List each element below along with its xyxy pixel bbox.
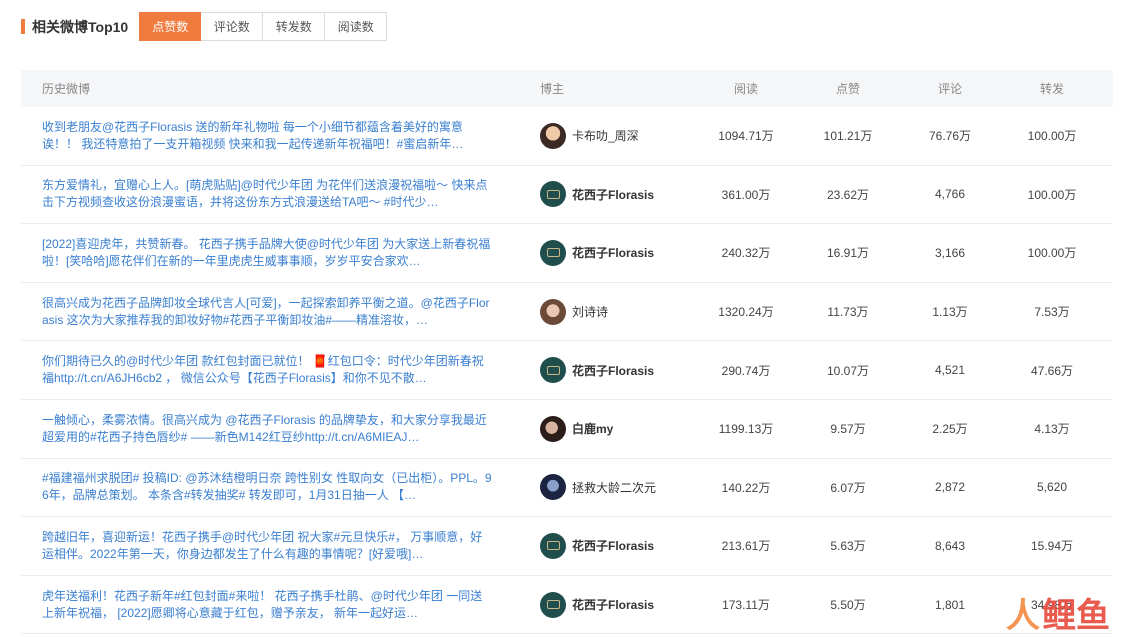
- tab-comments[interactable]: 评论数: [201, 12, 264, 41]
- section-header: 相关微博Top10 点赞数 评论数 转发数 阅读数: [21, 12, 388, 41]
- avatar[interactable]: [540, 122, 566, 149]
- likes-value: 10.07万: [826, 363, 870, 378]
- tab-reposts[interactable]: 转发数: [263, 12, 326, 41]
- reposts-value: 7.53万: [1034, 305, 1070, 320]
- reads-value: 240.32万: [721, 246, 771, 261]
- table-row: 收到老朋友@花西子Florasis 送的新年礼物啦 每一个小细节都蕴含着美好的寓…: [21, 107, 1113, 166]
- watermark-accent: 人: [1006, 597, 1040, 635]
- comments-value: 4,766: [934, 187, 966, 202]
- reposts-value: 47.66万: [1030, 363, 1074, 378]
- avatar[interactable]: [540, 474, 566, 501]
- likes-value: 101.21万: [823, 129, 873, 144]
- reposts-value: 5,620: [1036, 480, 1068, 495]
- column-header-author: 博主: [540, 82, 565, 96]
- reads-value: 213.61万: [721, 539, 771, 554]
- author-name[interactable]: 拯救大龄二次元: [572, 479, 656, 496]
- avatar[interactable]: [540, 357, 566, 384]
- avatar[interactable]: [540, 532, 566, 559]
- post-link[interactable]: 收到老朋友@花西子Florasis 送的新年礼物啦 每一个小细节都蕴含着美好的寓…: [42, 119, 493, 153]
- table-header: 历史微博 博主 阅读 点赞 评论 转发: [21, 70, 1113, 107]
- reads-value: 173.11万: [722, 598, 770, 613]
- author-name[interactable]: 花西子Florasis: [572, 244, 654, 261]
- comments-value: 2.25万: [932, 422, 968, 437]
- reads-value: 140.22万: [721, 480, 771, 495]
- post-link[interactable]: 你们期待已久的@时代少年团 款红包封面已就位！ 🧧红包口令：时代少年团新春祝福h…: [42, 353, 493, 387]
- reposts-value: 100.00万: [1027, 187, 1077, 202]
- reposts-value: 100.00万: [1027, 129, 1077, 144]
- avatar[interactable]: [540, 591, 566, 618]
- comments-value: 1,801: [934, 597, 966, 612]
- likes-value: 23.62万: [826, 187, 870, 202]
- section-title: 相关微博Top10: [32, 18, 129, 35]
- reads-value: 1320.24万: [718, 305, 774, 320]
- reads-value: 361.00万: [721, 187, 771, 202]
- column-header-post: 历史微博: [42, 82, 91, 96]
- column-header-reads: 阅读: [733, 82, 758, 96]
- avatar[interactable]: [540, 415, 566, 442]
- author-name[interactable]: 花西子Florasis: [572, 537, 654, 554]
- title-accent-bar: [21, 19, 25, 34]
- post-link[interactable]: 很高兴成为花西子品牌卸妆全球代言人[可爱]，一起探索卸养平衡之道。@花西子Flo…: [42, 295, 493, 329]
- comments-value: 4,521: [934, 363, 966, 378]
- post-link[interactable]: 一触倾心，柔雾浓情。很高兴成为 @花西子Florasis 的品牌挚友，和大家分享…: [42, 412, 493, 446]
- tab-likes[interactable]: 点赞数: [139, 12, 202, 41]
- author-name[interactable]: 刘诗诗: [572, 303, 608, 320]
- avatar[interactable]: [540, 298, 566, 325]
- post-link[interactable]: #福建福州求脱团# 投稿ID: @苏沐结橙明日奈 跨性别女 性取向女（已出柜）。…: [42, 470, 493, 504]
- post-link[interactable]: [2022]喜迎虎年，共赞新春。 花西子携手品牌大使@时代少年团 为大家送上新春…: [42, 236, 493, 270]
- table-row: 很高兴成为花西子品牌卸妆全球代言人[可爱]，一起探索卸养平衡之道。@花西子Flo…: [21, 283, 1113, 342]
- comments-value: 8,643: [934, 538, 966, 553]
- top-posts-table: 历史微博 博主 阅读 点赞 评论 转发 收到老朋友@花西子Florasis 送的…: [21, 70, 1113, 635]
- reads-value: 1199.13万: [718, 422, 774, 437]
- table-row: [2022]喜迎虎年，共赞新春。 花西子携手品牌大使@时代少年团 为大家送上新春…: [21, 224, 1113, 283]
- likes-value: 6.07万: [830, 480, 866, 495]
- table-row: 虎年送福利！花西子新年#红包封面#来啦！ 花西子携手杜鹃、@时代少年团 一同送上…: [21, 576, 1113, 635]
- comments-value: 1.13万: [932, 305, 968, 320]
- author-name[interactable]: 花西子Florasis: [572, 596, 654, 613]
- likes-value: 11.73万: [827, 305, 869, 320]
- table-row: #福建福州求脱团# 投稿ID: @苏沐结橙明日奈 跨性别女 性取向女（已出柜）。…: [21, 459, 1113, 518]
- likes-value: 5.63万: [830, 539, 866, 554]
- tab-reads[interactable]: 阅读数: [325, 12, 388, 41]
- table-row: 你们期待已久的@时代少年团 款红包封面已就位！ 🧧红包口令：时代少年团新春祝福h…: [21, 341, 1113, 400]
- comments-value: 76.76万: [928, 129, 972, 144]
- column-header-comments: 评论: [937, 82, 962, 96]
- author-name[interactable]: 花西子Florasis: [572, 186, 654, 203]
- comments-value: 2,872: [934, 480, 966, 495]
- reposts-value: 100.00万: [1027, 246, 1077, 261]
- author-name[interactable]: 白鹿my: [572, 420, 613, 437]
- avatar[interactable]: [540, 181, 566, 208]
- likes-value: 5.50万: [830, 598, 866, 613]
- watermark-logo: 人 鲤鱼: [1006, 597, 1110, 635]
- reposts-value: 15.94万: [1030, 539, 1074, 554]
- comments-value: 3,166: [934, 245, 966, 260]
- author-name[interactable]: 花西子Florasis: [572, 362, 654, 379]
- reads-value: 290.74万: [721, 363, 771, 378]
- table-row: 一触倾心，柔雾浓情。很高兴成为 @花西子Florasis 的品牌挚友，和大家分享…: [21, 400, 1113, 459]
- table-row: 跨越旧年，喜迎新运！花西子携手@时代少年团 祝大家#元旦快乐#， 万事顺意，好运…: [21, 517, 1113, 576]
- column-header-reposts: 转发: [1039, 82, 1064, 96]
- reposts-value: 4.13万: [1034, 422, 1070, 437]
- post-link[interactable]: 东方爱情礼，宜赠心上人。[萌虎贴贴]@时代少年团 为花伴们送浪漫祝福啦～ 快来点…: [42, 177, 493, 211]
- author-name[interactable]: 卡布叻_周深: [572, 127, 639, 144]
- column-header-likes: 点赞: [835, 82, 860, 96]
- likes-value: 9.57万: [830, 422, 866, 437]
- watermark-text: 鲤鱼: [1042, 597, 1110, 635]
- table-row: 东方爱情礼，宜赠心上人。[萌虎贴贴]@时代少年团 为花伴们送浪漫祝福啦～ 快来点…: [21, 166, 1113, 225]
- sort-tabs: 点赞数 评论数 转发数 阅读数: [139, 12, 388, 41]
- reads-value: 1094.71万: [718, 129, 774, 144]
- post-link[interactable]: 虎年送福利！花西子新年#红包封面#来啦！ 花西子携手杜鹃、@时代少年团 一同送上…: [42, 588, 493, 622]
- likes-value: 16.91万: [826, 246, 870, 261]
- post-link[interactable]: 跨越旧年，喜迎新运！花西子携手@时代少年团 祝大家#元旦快乐#， 万事顺意，好运…: [42, 529, 493, 563]
- avatar[interactable]: [540, 239, 566, 266]
